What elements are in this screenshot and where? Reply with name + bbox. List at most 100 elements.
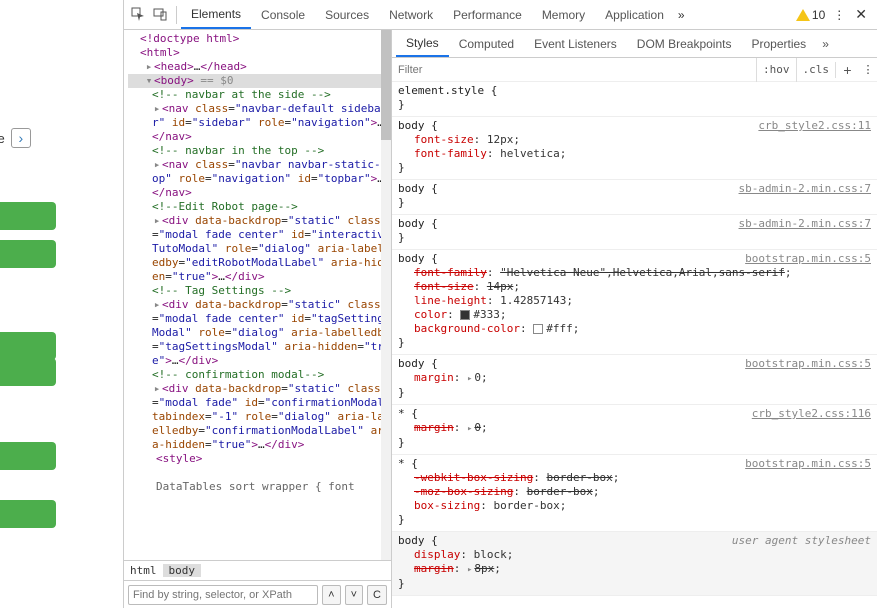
selector[interactable]: element.style { [398,84,871,98]
close-icon[interactable]: ✕ [849,6,873,23]
styles-more-icon[interactable]: ⋮ [859,63,877,76]
declaration[interactable]: font-size: 12px; [398,133,871,147]
green-button-1[interactable] [0,202,56,230]
expand-tri-icon[interactable]: ▸ [467,422,472,436]
dom-node[interactable]: <!-- confirmation modal--> [128,368,391,382]
green-button-3[interactable] [0,332,56,360]
green-button-4[interactable] [0,358,56,386]
declaration[interactable]: box-sizing: border-box; [398,499,871,513]
chip-cls[interactable]: .cls [796,58,836,82]
style-rule[interactable]: sb-admin-2.min.css:7body {} [392,180,877,215]
declaration[interactable]: margin: ▸8px; [398,562,871,577]
chevron-right-icon[interactable]: › [11,128,31,148]
tab-performance[interactable]: Performance [443,0,532,29]
dom-node[interactable]: <style> [128,452,391,466]
styles-filter-input[interactable] [392,64,756,76]
green-button-2[interactable] [0,240,56,268]
more-tabs-icon[interactable]: » [674,8,689,22]
style-rule[interactable]: bootstrap.min.css:5* {-webkit-box-sizing… [392,455,877,532]
scrollbar[interactable] [381,30,391,560]
dom-node[interactable]: DataTables sort wrapper { font [128,480,391,494]
style-rule[interactable]: user agent stylesheetbody {display: bloc… [392,532,877,596]
tab-application[interactable]: Application [595,0,674,29]
tab-elements[interactable]: Elements [181,0,251,29]
expand-arrow-icon[interactable]: ▾ [144,74,154,88]
green-button-5[interactable] [0,442,56,470]
expand-arrow-icon[interactable]: ▸ [152,298,162,312]
styles-tab-styles[interactable]: Styles [396,30,449,57]
device-toggle-icon[interactable] [150,5,170,25]
styles-tab-event-listeners[interactable]: Event Listeners [524,30,627,57]
expand-arrow-icon[interactable]: ▸ [144,60,154,74]
style-rule[interactable]: bootstrap.min.css:5body {margin: ▸0;} [392,355,877,405]
dom-node[interactable] [128,466,391,480]
source-link[interactable]: crb_style2.css:11 [758,119,871,133]
dom-node[interactable]: ▸<nav class="navbar navbar-static-top" r… [128,158,391,200]
chip-hov[interactable]: :hov [756,58,796,82]
green-button-6[interactable] [0,500,56,528]
declaration[interactable]: margin: ▸0; [398,421,871,436]
tab-sources[interactable]: Sources [315,0,379,29]
dom-node[interactable]: <!-- navbar at the side --> [128,88,391,102]
dom-node[interactable]: <!-- navbar in the top --> [128,144,391,158]
style-rule[interactable]: sb-admin-2.min.css:7body {} [392,215,877,250]
style-rule[interactable]: bootstrap.min.css:5body {font-family: "H… [392,250,877,355]
expand-tri-icon[interactable]: ▸ [467,372,472,386]
styles-tabs-more-icon[interactable]: » [816,37,835,51]
kebab-icon[interactable]: ⋮ [829,8,849,22]
source-link[interactable]: bootstrap.min.css:5 [745,252,871,266]
dom-node[interactable]: <!--Edit Robot page--> [128,200,391,214]
dom-node[interactable]: <!doctype html> [128,32,391,46]
source-link[interactable]: crb_style2.css:116 [752,407,871,421]
expand-arrow-icon[interactable]: ▸ [152,158,162,172]
dom-node[interactable]: <!-- Tag Settings --> [128,284,391,298]
find-prev-icon[interactable]: ˄ [322,585,340,605]
declaration[interactable]: color: #333; [398,308,871,322]
color-swatch[interactable] [460,310,470,320]
dom-tree[interactable]: <!doctype html><html>▸<head>…</head>▾<bo… [124,30,391,560]
crumb-body[interactable]: body [163,564,202,577]
tab-console[interactable]: Console [251,0,315,29]
source-link[interactable]: sb-admin-2.min.css:7 [739,217,871,231]
declaration[interactable]: -webkit-box-sizing: border-box; [398,471,871,485]
declaration[interactable]: font-family: "Helvetica Neue",Helvetica,… [398,266,871,280]
declaration[interactable]: margin: ▸0; [398,371,871,386]
style-rules[interactable]: element.style {}crb_style2.css:11body {f… [392,82,877,608]
source-link[interactable]: sb-admin-2.min.css:7 [739,182,871,196]
find-input[interactable] [128,585,318,605]
dom-node[interactable]: ▸<nav class="navbar-default sidebar" id=… [128,102,391,144]
styles-tab-dom-breakpoints[interactable]: DOM Breakpoints [627,30,742,57]
color-swatch[interactable] [533,324,543,334]
style-rule[interactable]: element.style {} [392,82,877,117]
expand-arrow-icon[interactable]: ▸ [152,382,162,396]
warning-count[interactable]: 10 [796,8,825,22]
new-rule-icon[interactable]: + [835,62,859,78]
dom-node[interactable]: ▸<div data-backdrop="static" class="moda… [128,382,391,452]
tab-memory[interactable]: Memory [532,0,595,29]
declaration[interactable]: -moz-box-sizing: border-box; [398,485,871,499]
declaration[interactable]: font-family: helvetica; [398,147,871,161]
declaration[interactable]: background-color: #fff; [398,322,871,336]
dom-node[interactable]: <html> [128,46,391,60]
expand-arrow-icon[interactable]: ▸ [152,214,162,228]
declaration[interactable]: line-height: 1.42857143; [398,294,871,308]
find-cancel-button[interactable]: C [367,585,387,605]
styles-tab-computed[interactable]: Computed [449,30,524,57]
dom-node[interactable]: ▸<head>…</head> [128,60,391,74]
scrollbar-thumb[interactable] [381,30,391,140]
inspect-icon[interactable] [128,5,148,25]
dom-node[interactable]: ▸<div data-backdrop="static" class="moda… [128,298,391,368]
dom-node[interactable]: ▾<body> == $0 [128,74,391,88]
declaration[interactable]: display: block; [398,548,871,562]
find-next-icon[interactable]: ˅ [345,585,363,605]
style-rule[interactable]: crb_style2.css:116* {margin: ▸0;} [392,405,877,455]
crumb-html[interactable]: html [124,564,163,577]
expand-arrow-icon[interactable]: ▸ [152,102,162,116]
expand-tri-icon[interactable]: ▸ [467,563,472,577]
tab-network[interactable]: Network [379,0,443,29]
declaration[interactable]: font-size: 14px; [398,280,871,294]
source-link[interactable]: bootstrap.min.css:5 [745,357,871,371]
source-link[interactable]: bootstrap.min.css:5 [745,457,871,471]
dom-node[interactable]: ▸<div data-backdrop="static" class="moda… [128,214,391,284]
style-rule[interactable]: crb_style2.css:11body {font-size: 12px;f… [392,117,877,180]
